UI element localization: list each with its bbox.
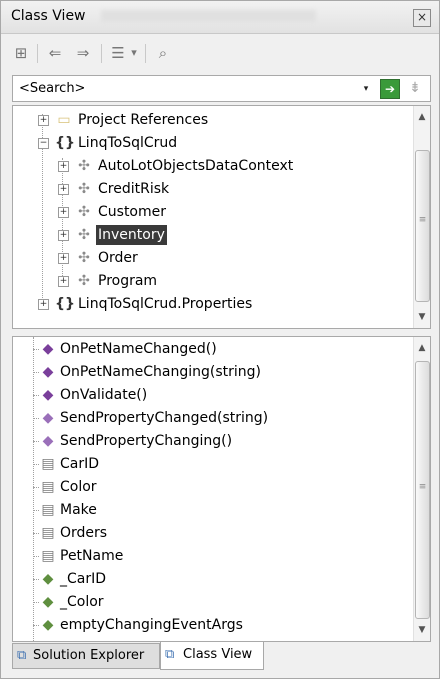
property-icon: ▤ xyxy=(41,456,55,472)
private-method-icon: ◆ xyxy=(42,387,54,403)
solution-explorer-icon: ⧉ xyxy=(17,648,27,663)
forward-icon[interactable]: ⇒ xyxy=(73,43,93,63)
tree-scroll-thumb[interactable]: ≡ xyxy=(415,150,430,302)
member-label: Make xyxy=(60,502,97,518)
members-scroll-thumb[interactable]: ≡ xyxy=(415,361,430,619)
new-folder-icon[interactable]: ⊞ xyxy=(11,43,31,63)
view-settings-dropdown-icon[interactable]: ▾ xyxy=(129,43,139,63)
clear-search-icon[interactable]: ⇟ xyxy=(406,79,424,97)
tree-item-label: LinqToSqlCrud.Properties xyxy=(78,296,253,312)
member-label: emptyChangingEventArgs xyxy=(60,617,243,633)
tab-class-view[interactable]: ⧉ Class View xyxy=(160,642,264,670)
title-bar: Class View × xyxy=(1,1,439,34)
toolbar-separator xyxy=(101,44,102,63)
tab-solution-explorer[interactable]: ⧉ Solution Explorer xyxy=(12,643,160,669)
expand-icon[interactable]: + xyxy=(38,115,49,126)
search-dropdown-icon[interactable]: ▾ xyxy=(360,83,372,95)
class-tree: + ▭ Project References − {} LinqToSqlCru… xyxy=(12,105,431,329)
panel-tabs: ⧉ Solution Explorer ⧉ Class View xyxy=(12,642,431,671)
private-field-icon: ◆ xyxy=(42,617,54,633)
expand-icon[interactable]: + xyxy=(38,299,49,310)
tree-scrollbar[interactable]: ▲ ≡ ▼ xyxy=(413,106,430,328)
expand-icon[interactable]: + xyxy=(58,207,69,218)
find-symbol-icon[interactable]: ⌕ xyxy=(153,43,173,63)
protected-method-icon: ◆ xyxy=(42,433,54,449)
class-icon: ✣ xyxy=(78,273,90,289)
tree-item-label: Program xyxy=(98,273,158,289)
member-label: Color xyxy=(60,479,97,495)
expand-icon[interactable]: + xyxy=(58,161,69,172)
tree-item-label: AutoLotObjectsDataContext xyxy=(98,158,294,174)
back-icon[interactable]: ⇐ xyxy=(45,43,65,63)
property-icon: ▤ xyxy=(41,502,55,518)
property-icon: ▤ xyxy=(41,525,55,541)
grip-icon: ≡ xyxy=(418,215,427,225)
protected-method-icon: ◆ xyxy=(42,410,54,426)
class-view-panel: Class View × ⊞ ⇐ ⇒ ☰ ▾ ⌕ <Search> ▾ ➔ ⇟ … xyxy=(0,0,440,679)
close-button[interactable]: × xyxy=(413,9,431,27)
scroll-up-icon[interactable]: ▲ xyxy=(417,112,427,122)
tree-guide-line xyxy=(62,158,63,284)
expand-icon[interactable]: + xyxy=(58,184,69,195)
collapse-icon[interactable]: − xyxy=(38,138,49,149)
toolbar-separator xyxy=(37,44,38,63)
member-label: PetName xyxy=(60,548,124,564)
blurred-caption xyxy=(101,10,316,22)
tree-item-label: Inventory xyxy=(96,225,167,245)
member-label: SendPropertyChanged(string) xyxy=(60,410,269,426)
member-label: OnPetNameChanging(string) xyxy=(60,364,261,380)
window-title: Class View xyxy=(11,8,86,24)
tree-item-label: CreditRisk xyxy=(98,181,170,197)
scroll-down-icon[interactable]: ▼ xyxy=(417,312,427,322)
grip-icon: ≡ xyxy=(418,482,427,492)
tree-item-label: Customer xyxy=(98,204,167,220)
member-label: OnPetNameChanged() xyxy=(60,341,217,357)
class-icon: ✣ xyxy=(78,181,90,197)
private-method-icon: ◆ xyxy=(42,341,54,357)
private-field-icon: ◆ xyxy=(42,571,54,587)
members-list: ◆ OnPetNameChanged() ◆ OnPetNameChanging… xyxy=(12,336,431,642)
private-method-icon: ◆ xyxy=(42,364,54,380)
member-label: SendPropertyChanging() xyxy=(60,433,233,449)
expand-icon[interactable]: + xyxy=(58,253,69,264)
expand-icon[interactable]: + xyxy=(58,230,69,241)
member-label: OnValidate() xyxy=(60,387,148,403)
namespace-icon: {} xyxy=(55,296,75,312)
tab-label: Solution Explorer xyxy=(33,648,145,663)
tree-item-label: Order xyxy=(98,250,138,266)
member-label: Orders xyxy=(60,525,108,541)
member-guide-line xyxy=(33,337,34,641)
search-input[interactable]: <Search> xyxy=(19,81,85,96)
class-icon: ✣ xyxy=(78,227,90,243)
class-icon: ✣ xyxy=(78,250,90,266)
member-label: _CarID xyxy=(60,571,107,587)
scroll-up-icon[interactable]: ▲ xyxy=(417,343,427,353)
tree-item-label: LinqToSqlCrud xyxy=(78,135,178,151)
toolbar: ⊞ ⇐ ⇒ ☰ ▾ ⌕ xyxy=(5,35,435,71)
member-label: _Color xyxy=(60,594,104,610)
member-label: CarID xyxy=(60,456,100,472)
view-settings-icon[interactable]: ☰ xyxy=(109,43,127,63)
search-box[interactable]: <Search> ▾ ➔ ⇟ xyxy=(12,75,431,102)
class-icon: ✣ xyxy=(78,158,90,174)
toolbar-separator xyxy=(145,44,146,63)
class-icon: ✣ xyxy=(78,204,90,220)
namespace-icon: {} xyxy=(55,135,75,151)
members-scrollbar[interactable]: ▲ ≡ ▼ xyxy=(413,337,430,641)
folder-icon: ▭ xyxy=(57,112,71,128)
expand-icon[interactable]: + xyxy=(58,276,69,287)
class-view-icon: ⧉ xyxy=(165,647,175,662)
tree-item-label: Project References xyxy=(78,112,209,128)
search-go-icon[interactable]: ➔ xyxy=(380,79,400,99)
tab-label: Class View xyxy=(183,647,253,662)
private-field-icon: ◆ xyxy=(42,594,54,610)
property-icon: ▤ xyxy=(41,548,55,564)
scroll-down-icon[interactable]: ▼ xyxy=(417,625,427,635)
property-icon: ▤ xyxy=(41,479,55,495)
